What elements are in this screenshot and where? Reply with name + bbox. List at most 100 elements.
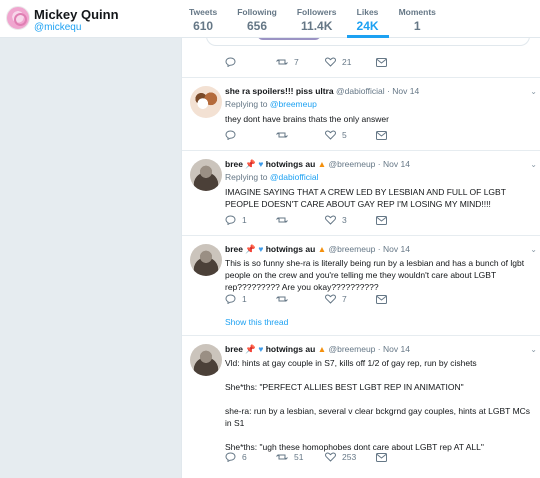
like-icon[interactable]: 3 <box>325 215 347 225</box>
reply-icon[interactable]: 1 <box>225 294 247 304</box>
avatar[interactable] <box>190 344 222 376</box>
tweet-header: bree 📌 ♥ hotwings au ▲ @breemeup · Nov 1… <box>225 244 410 255</box>
author-name-suffix[interactable]: hotwings au <box>266 244 316 254</box>
chevron-down-icon[interactable]: ⌄ <box>530 345 537 354</box>
reply-icon[interactable]: 1 <box>225 215 247 225</box>
reply-count: 1 <box>242 294 247 304</box>
avatar[interactable] <box>190 159 222 191</box>
author-name[interactable]: she ra spoilers!!! piss ultra <box>225 86 334 96</box>
media-card[interactable] <box>206 38 530 46</box>
retweet-count: 51 <box>294 452 304 462</box>
author-handle[interactable]: @breemeup <box>329 244 376 254</box>
profile-name[interactable]: Mickey Quinn <box>34 7 119 22</box>
reply-count: 6 <box>242 452 247 462</box>
like-count: 253 <box>342 452 357 462</box>
stat-tweets[interactable]: Tweets 610 <box>179 0 227 38</box>
reply-icon[interactable] <box>225 57 236 67</box>
stat-label: Tweets <box>189 7 218 17</box>
tweet-date[interactable]: Nov 14 <box>383 159 410 169</box>
stat-likes[interactable]: Likes 24K <box>346 0 389 38</box>
tweet[interactable]: bree 📌 ♥ hotwings au ▲ @breemeup · Nov 1… <box>182 336 540 478</box>
avatar[interactable] <box>190 244 222 276</box>
stat-followers[interactable]: Followers 11.4K <box>287 0 347 38</box>
retweet-icon[interactable]: 7 <box>276 57 299 67</box>
show-thread-link[interactable]: Show this thread <box>225 317 288 327</box>
tweet-paragraph: IMAGINE SAYING THAT A CREW LED BY LESBIA… <box>225 187 506 209</box>
avatar[interactable] <box>6 6 30 30</box>
tweet-paragraph: She*ths: "ugh these homophobes dont care… <box>225 442 484 452</box>
reply-icon[interactable] <box>225 130 236 140</box>
stat-label: Followers <box>296 7 337 17</box>
reply-to-link[interactable]: @breemeup <box>270 99 317 109</box>
profile-header: Mickey Quinn @mickequ Tweets 610 Followi… <box>0 0 540 38</box>
tweet-text: Vld: hints at gay couple in S7, kills of… <box>225 357 537 453</box>
message-icon[interactable] <box>376 452 387 462</box>
tweet-paragraph: She*ths: "PERFECT ALLIES BEST LGBT REP I… <box>225 382 464 392</box>
stat-moments[interactable]: Moments 1 <box>389 0 446 38</box>
like-icon[interactable]: 5 <box>325 130 347 140</box>
reply-icon[interactable]: 6 <box>225 452 247 462</box>
retweet-icon[interactable] <box>276 215 288 225</box>
pushpin-icon: 📌 <box>245 344 256 354</box>
separator: · <box>377 244 381 254</box>
retweet-icon[interactable] <box>276 130 288 140</box>
media-thumbnail[interactable] <box>257 38 321 40</box>
separator: · <box>377 344 381 354</box>
author-name[interactable]: bree <box>225 159 243 169</box>
author-handle[interactable]: @dabiofficial <box>336 86 385 96</box>
tweet-header: bree 📌 ♥ hotwings au ▲ @breemeup · Nov 1… <box>225 344 410 355</box>
stat-value: 610 <box>193 19 214 33</box>
retweet-count: 7 <box>294 57 299 67</box>
author-name[interactable]: bree <box>225 344 243 354</box>
tweet-date[interactable]: Nov 14 <box>383 344 410 354</box>
reply-context: Replying to @breemeup <box>225 99 317 109</box>
tweet-partial[interactable]: 7 21 <box>182 38 540 78</box>
pushpin-icon: 📌 <box>245 244 256 254</box>
author-name-suffix[interactable]: hotwings au <box>266 159 316 169</box>
message-icon[interactable] <box>376 215 387 225</box>
reply-label: Replying to <box>225 99 268 109</box>
author-handle[interactable]: @breemeup <box>329 344 376 354</box>
stat-value: 1 <box>413 19 421 33</box>
tweet-text: This is so funny she-ra is literally bei… <box>225 257 537 293</box>
like-icon[interactable]: 21 <box>325 57 351 67</box>
blue-heart-icon: ♥ <box>258 244 264 254</box>
chevron-down-icon[interactable]: ⌄ <box>530 87 537 96</box>
message-icon[interactable] <box>376 130 387 140</box>
stat-label: Likes <box>356 7 379 17</box>
tweet-date[interactable]: Nov 14 <box>383 244 410 254</box>
stat-label: Following <box>237 7 277 17</box>
author-name-suffix[interactable]: hotwings au <box>266 344 316 354</box>
chevron-down-icon[interactable]: ⌄ <box>530 245 537 254</box>
tweet-paragraph: This is so funny she-ra is literally bei… <box>225 258 525 292</box>
chevron-down-icon[interactable]: ⌄ <box>530 160 537 169</box>
tweet[interactable]: bree 📌 ♥ hotwings au ▲ @breemeup · Nov 1… <box>182 236 540 336</box>
like-count: 21 <box>342 57 352 67</box>
retweet-icon[interactable]: 51 <box>276 452 303 462</box>
like-icon[interactable]: 7 <box>325 294 347 304</box>
avatar[interactable] <box>190 86 222 118</box>
like-count: 7 <box>342 294 347 304</box>
separator: · <box>387 86 390 96</box>
reply-to-link[interactable]: @dabiofficial <box>270 172 319 182</box>
tweet-paragraph: Vld: hints at gay couple in S7, kills of… <box>225 358 477 368</box>
tweet-date[interactable]: Nov 14 <box>392 86 419 96</box>
reply-context: Replying to @dabiofficial <box>225 172 319 182</box>
tweet[interactable]: she ra spoilers!!! piss ultra @dabioffic… <box>182 78 540 151</box>
message-icon[interactable] <box>376 57 387 67</box>
like-icon[interactable]: 253 <box>325 452 356 462</box>
profile-stats: Tweets 610 Following 656 Followers 11.4K… <box>179 0 446 38</box>
author-handle[interactable]: @breemeup <box>329 159 376 169</box>
tweet-text: they dont have brains thats the only ans… <box>225 113 537 125</box>
tweet[interactable]: bree 📌 ♥ hotwings au ▲ @breemeup · Nov 1… <box>182 151 540 236</box>
like-count: 3 <box>342 215 347 225</box>
profile-handle[interactable]: @mickequ <box>34 22 81 33</box>
stat-label: Moments <box>398 7 436 17</box>
stat-following[interactable]: Following 656 <box>227 0 287 38</box>
author-name[interactable]: bree <box>225 244 243 254</box>
reply-count: 1 <box>242 215 247 225</box>
tweet-header: she ra spoilers!!! piss ultra @dabioffic… <box>225 86 419 96</box>
message-icon[interactable] <box>376 294 387 304</box>
tweet-paragraph: she-ra: run by a lesbian, several v clea… <box>225 406 531 428</box>
retweet-icon[interactable] <box>276 294 288 304</box>
